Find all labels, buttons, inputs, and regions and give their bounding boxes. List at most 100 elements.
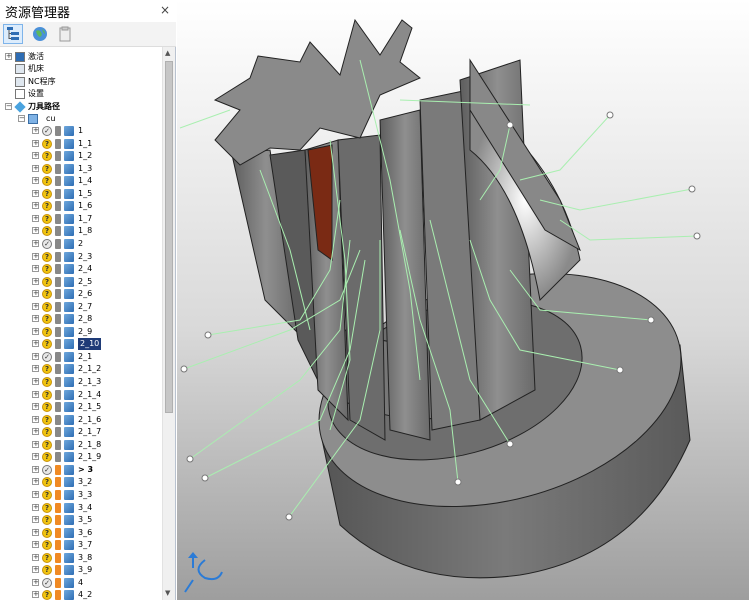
tree-item-toolpath[interactable]: +? 2_1_7 xyxy=(0,426,160,438)
expand-toggle[interactable]: + xyxy=(32,227,39,235)
expand-toggle[interactable]: + xyxy=(32,139,39,147)
tree-item-toolpath[interactable]: +? 2_3 xyxy=(0,251,160,263)
expand-toggle[interactable]: + xyxy=(32,553,39,561)
expand-toggle[interactable]: + xyxy=(32,578,39,586)
tree-item-toolpath[interactable]: +? 4_2 xyxy=(0,589,160,600)
tree-item-toolpath[interactable]: +? 2_1_2 xyxy=(0,363,160,375)
collapse-toggle[interactable]: − xyxy=(18,115,25,122)
tree-item-toolpath[interactable]: +? 2_1_6 xyxy=(0,414,160,426)
tree-item-toolpaths[interactable]: − 刀具路径 xyxy=(0,101,160,113)
tree-item-toolpath[interactable]: +? 2_1_3 xyxy=(0,376,160,388)
expand-toggle[interactable]: + xyxy=(32,365,39,373)
check-status-icon: ✓ xyxy=(42,464,52,475)
tool-icon xyxy=(55,477,61,488)
expand-toggle[interactable]: + xyxy=(32,528,39,536)
scrollbar-thumb[interactable] xyxy=(165,61,173,413)
globe-icon[interactable] xyxy=(30,24,50,44)
expand-toggle[interactable]: + xyxy=(32,189,39,197)
tree-item-toolpath[interactable]: +? 1_8 xyxy=(0,225,160,237)
tree-item-toolpath[interactable]: +? 2_9 xyxy=(0,326,160,338)
expand-toggle[interactable]: + xyxy=(32,214,39,222)
expand-toggle[interactable]: + xyxy=(32,177,39,185)
expand-toggle[interactable]: + xyxy=(32,403,39,411)
scroll-up-icon[interactable]: ▲ xyxy=(165,49,170,57)
tree-item-toolpath[interactable]: + ✓ > 3 xyxy=(0,464,160,476)
tree-item-toolpath[interactable]: +? 3_7 xyxy=(0,539,160,551)
tree-item-nc-program[interactable]: NC程序 xyxy=(0,76,160,88)
expand-toggle[interactable]: + xyxy=(32,277,39,285)
tree-item-toolpath[interactable]: +? 3_6 xyxy=(0,527,160,539)
tree-item-toolpath[interactable]: + ✓ 4 xyxy=(0,577,160,589)
expand-toggle[interactable]: + xyxy=(5,53,12,60)
tree-item-toolpath[interactable]: +? 2_10 xyxy=(0,338,160,351)
tree-item-machine[interactable]: 机床 xyxy=(0,63,160,75)
tree-item-toolpath[interactable]: +? 1_1 xyxy=(0,138,160,150)
expand-toggle[interactable]: + xyxy=(32,202,39,210)
tree-item-toolpath[interactable]: +? 3_4 xyxy=(0,502,160,514)
tree-item-toolpath[interactable]: +? 2_1_5 xyxy=(0,401,160,413)
expand-toggle[interactable]: + xyxy=(32,478,39,486)
tool-icon xyxy=(55,402,61,413)
toolpath-icon xyxy=(64,364,74,375)
tool-icon xyxy=(55,515,61,526)
tree-item-toolpath[interactable]: +? 2_1_9 xyxy=(0,451,160,463)
expand-toggle[interactable]: + xyxy=(32,566,39,574)
expand-toggle[interactable]: + xyxy=(32,152,39,160)
tree-item-toolpath[interactable]: +? 1_2 xyxy=(0,150,160,162)
expand-toggle[interactable]: + xyxy=(32,390,39,398)
tree-view-icon[interactable] xyxy=(3,24,23,44)
tree-item-toolpath[interactable]: +? 2_1_4 xyxy=(0,389,160,401)
expand-toggle[interactable]: + xyxy=(32,453,39,461)
expand-toggle[interactable]: + xyxy=(32,315,39,323)
expand-toggle[interactable]: + xyxy=(32,440,39,448)
expand-toggle[interactable]: + xyxy=(32,428,39,436)
tree-item-toolpath[interactable]: +? 1_4 xyxy=(0,175,160,187)
tree-item-toolpath[interactable]: +? 3_2 xyxy=(0,476,160,488)
tree-item-toolpath[interactable]: +? 2_1_8 xyxy=(0,439,160,451)
tree-item-toolpath[interactable]: +? 1_6 xyxy=(0,200,160,212)
tree-item-toolpath[interactable]: +? 2_4 xyxy=(0,263,160,275)
expand-toggle[interactable]: + xyxy=(32,516,39,524)
tree-item-toolpath[interactable]: +? 3_3 xyxy=(0,489,160,501)
expand-toggle[interactable]: + xyxy=(32,340,39,348)
expand-toggle[interactable]: + xyxy=(32,239,39,247)
tree-item-toolpath[interactable]: +? 2_8 xyxy=(0,313,160,325)
tree-item-toolpath[interactable]: + ✓ 1 xyxy=(0,125,160,137)
expand-toggle[interactable]: + xyxy=(32,127,39,134)
tree-item-toolpath[interactable]: +? 1_3 xyxy=(0,163,160,175)
tree-item-toolpath[interactable]: +? 3_8 xyxy=(0,552,160,564)
tree-item-toolpath[interactable]: +? 3_9 xyxy=(0,564,160,576)
expand-toggle[interactable]: + xyxy=(32,290,39,298)
tree-item-toolpath[interactable]: +? 1_7 xyxy=(0,213,160,225)
expand-toggle[interactable]: + xyxy=(32,252,39,260)
close-icon[interactable]: × xyxy=(160,3,170,17)
expand-toggle[interactable]: + xyxy=(32,541,39,549)
explorer-title: 资源管理器 xyxy=(5,6,71,21)
tree-item-folder-cu[interactable]: − cu xyxy=(0,113,160,125)
tree-item-toolpath[interactable]: +? 2_7 xyxy=(0,301,160,313)
expand-toggle[interactable]: + xyxy=(32,415,39,423)
graphics-viewport[interactable] xyxy=(177,0,749,600)
expand-toggle[interactable]: + xyxy=(32,265,39,273)
tree-item-toolpath[interactable]: +? 2_5 xyxy=(0,276,160,288)
expand-toggle[interactable]: + xyxy=(32,164,39,172)
tree-item-toolpath[interactable]: + ✓ 2_1 xyxy=(0,351,160,363)
expand-toggle[interactable]: + xyxy=(32,490,39,498)
expand-toggle[interactable]: + xyxy=(32,302,39,310)
expand-toggle[interactable]: + xyxy=(32,503,39,511)
tree-item-toolpath[interactable]: +? 1_5 xyxy=(0,188,160,200)
tree-item-toolpath[interactable]: + ✓ 2 xyxy=(0,238,160,250)
collapse-toggle[interactable]: − xyxy=(5,103,12,110)
expand-toggle[interactable]: + xyxy=(32,327,39,335)
clipboard-icon[interactable] xyxy=(55,24,75,44)
tree-item-toolpath[interactable]: +? 2_6 xyxy=(0,288,160,300)
expand-toggle[interactable]: + xyxy=(32,465,39,473)
expand-toggle[interactable]: + xyxy=(32,378,39,385)
scroll-down-icon[interactable]: ▼ xyxy=(165,589,170,597)
tree-item-activate[interactable]: + 激活 xyxy=(0,51,160,63)
tree-scrollbar[interactable]: ▲ ▼ xyxy=(162,47,175,600)
tree-item-settings[interactable]: 设置 xyxy=(0,88,160,100)
expand-toggle[interactable]: + xyxy=(32,591,39,599)
expand-toggle[interactable]: + xyxy=(32,352,39,360)
tree-item-toolpath[interactable]: +? 3_5 xyxy=(0,514,160,526)
